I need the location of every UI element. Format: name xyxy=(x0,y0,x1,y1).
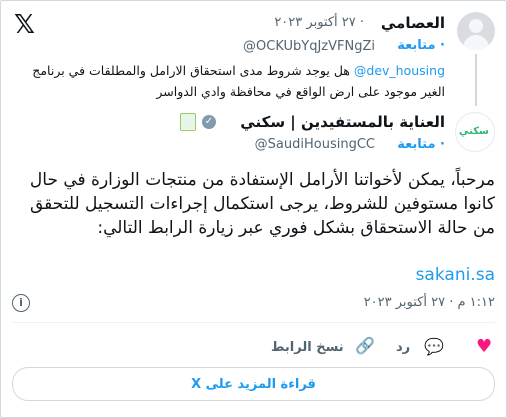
reply-button-label[interactable]: رد xyxy=(396,340,410,355)
copy-link-button-label[interactable]: نسخ الرابط xyxy=(271,340,344,355)
reply-author-handle[interactable]: @OCKUbYqJzVFNgZi xyxy=(243,39,375,54)
x-logo-icon[interactable]: 𝕏 xyxy=(14,12,40,38)
profile-image-icon xyxy=(180,113,196,131)
main-author-name[interactable]: العناية بالمستفيدين | سكني xyxy=(240,113,445,131)
reply-tweet-text: @dev_housing هل يوجد شروط مدى استحقاق ال… xyxy=(15,60,445,102)
reply-icon[interactable]: 💬 xyxy=(424,337,444,356)
reply-mention-link[interactable]: @dev_housing xyxy=(354,63,445,78)
reply-author-avatar[interactable] xyxy=(457,12,495,50)
reply-follow-button[interactable]: · متابعة xyxy=(397,38,445,53)
thread-connector-line xyxy=(475,54,477,106)
main-tweet-text: مرحباً، يمكن لأخواتنا الأرامل الإستفادة … xyxy=(29,170,495,238)
main-author-handle[interactable]: @SaudiHousingCC xyxy=(255,137,375,152)
reply-date[interactable]: · ٢٧ أكتوبر ٢٠٢٣ xyxy=(274,15,364,30)
main-follow-button[interactable]: · متابعة xyxy=(397,137,445,152)
read-more-on-x-button[interactable]: قراءة المزيد على X xyxy=(12,367,495,401)
sakani-logo: سكني xyxy=(459,126,489,137)
verified-badge-icon: ✓ xyxy=(202,115,216,129)
heart-icon[interactable]: ♥ xyxy=(476,336,492,357)
reply-author-name[interactable]: العصامي xyxy=(381,14,445,32)
divider xyxy=(12,322,495,323)
info-icon[interactable]: i xyxy=(12,294,30,312)
link-icon[interactable]: 🔗 xyxy=(355,336,375,355)
avatar-body-shape xyxy=(463,35,489,50)
main-author-avatar[interactable]: سكني xyxy=(455,112,495,152)
avatar-head-shape xyxy=(469,19,483,33)
sakani-link[interactable]: sakani.sa xyxy=(416,265,495,285)
tweet-timestamp[interactable]: ١:١٢ م · ٢٧ أكتوبر ٢٠٢٣ xyxy=(364,295,495,310)
